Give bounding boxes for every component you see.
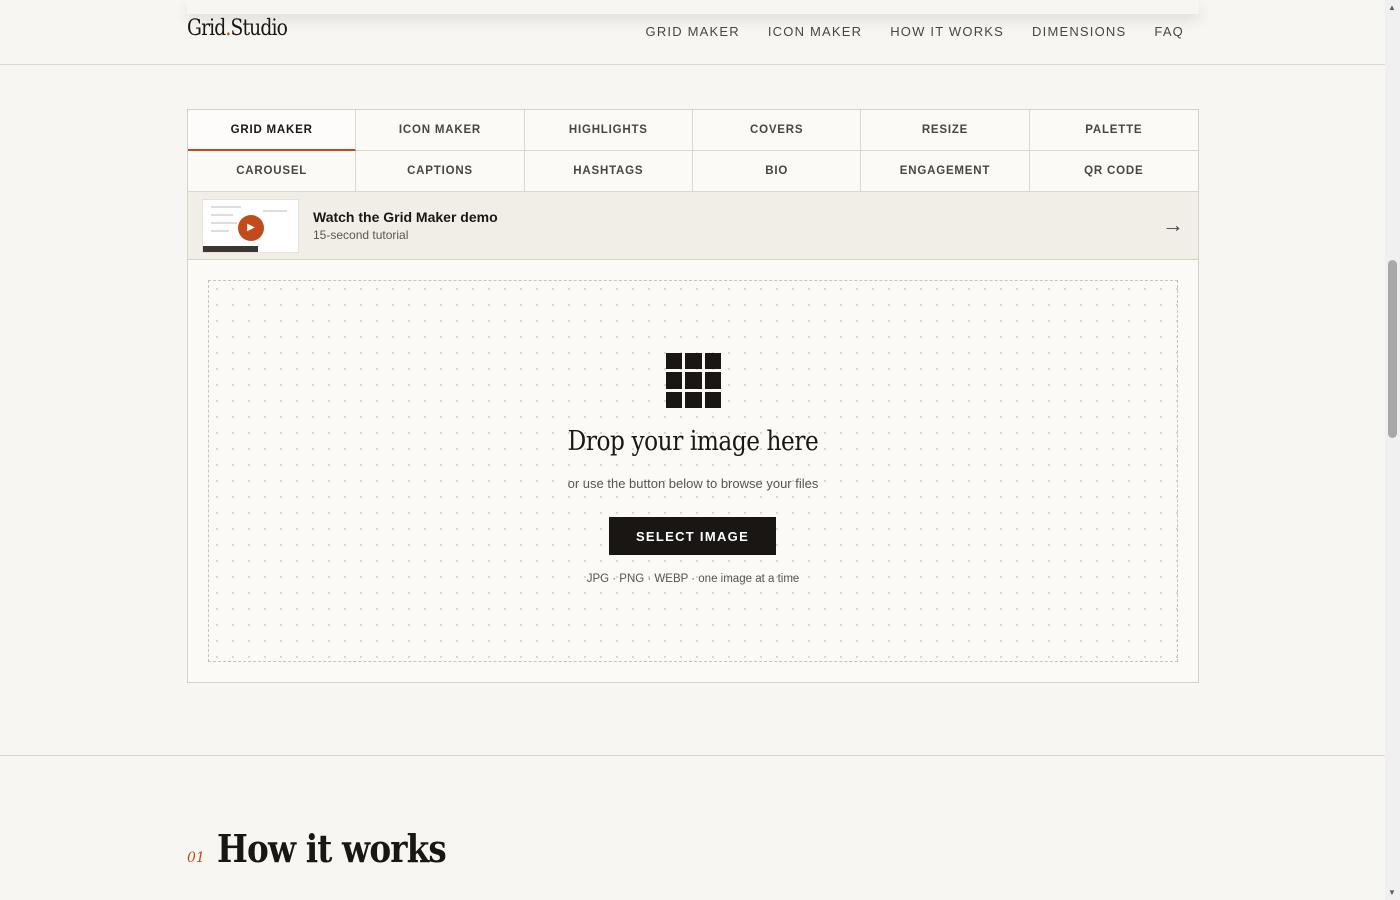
- scrollbar-thumb[interactable]: [1388, 260, 1397, 438]
- dropzone-title: Drop your image here: [567, 426, 819, 457]
- nav-link-icon-maker[interactable]: ICON MAKER: [768, 24, 862, 39]
- grid-icon: [666, 353, 721, 408]
- nav-link-dimensions[interactable]: DIMENSIONS: [1032, 24, 1126, 39]
- tab-grid-maker[interactable]: GRID MAKER: [188, 110, 357, 151]
- tab-bio[interactable]: BIO: [692, 151, 862, 192]
- tool-tabs: GRID MAKER ICON MAKER HIGHLIGHTS COVERS …: [188, 110, 1198, 192]
- thumb-footer-bar: [203, 245, 258, 252]
- scroll-down-icon[interactable]: ▼: [1388, 888, 1396, 897]
- nav-link-faq[interactable]: FAQ: [1154, 24, 1184, 39]
- thumb-line: [211, 229, 229, 232]
- tab-highlights[interactable]: HIGHLIGHTS: [524, 110, 693, 151]
- select-image-button[interactable]: SELECT IMAGE: [609, 517, 776, 555]
- tab-captions[interactable]: CAPTIONS: [356, 151, 525, 192]
- tab-icon-maker[interactable]: ICON MAKER: [356, 110, 525, 151]
- tab-hashtags[interactable]: HASHTAGS: [524, 151, 693, 192]
- thumb-line: [211, 221, 237, 224]
- demo-title: Watch the Grid Maker demo: [313, 209, 498, 225]
- logo-main: Grid: [187, 16, 226, 41]
- tab-resize[interactable]: RESIZE: [861, 110, 1030, 151]
- tab-carousel[interactable]: CAROUSEL: [188, 151, 357, 192]
- navbar-shadow: [187, 0, 1199, 14]
- thumb-line: [211, 205, 241, 208]
- demo-thumbnail[interactable]: ▶: [202, 198, 299, 253]
- image-dropzone[interactable]: Drop your image here or use the button b…: [208, 280, 1178, 662]
- nav-link-how-it-works[interactable]: HOW IT WORKS: [890, 24, 1004, 39]
- accepted-formats: JPG · PNG · WEBP · one image at a time: [586, 573, 800, 585]
- thumb-line: [211, 213, 233, 216]
- play-icon[interactable]: ▶: [238, 214, 264, 241]
- section-divider: [0, 755, 1385, 756]
- dropzone-subtitle: or use the button below to browse your f…: [567, 476, 819, 491]
- tool-panel: GRID MAKER ICON MAKER HIGHLIGHTS COVERS …: [187, 109, 1199, 683]
- section-title: How it works: [217, 826, 447, 871]
- tab-qr-code[interactable]: QR CODE: [1029, 151, 1198, 192]
- demo-subtitle: 15-second tutorial: [313, 228, 409, 242]
- tab-engagement[interactable]: ENGAGEMENT: [861, 151, 1030, 192]
- demo-text: Watch the Grid Maker demo 15-second tuto…: [313, 209, 498, 242]
- site-logo[interactable]: Grid.Studio: [187, 16, 288, 41]
- page-scrollbar[interactable]: ▲ ▼: [1385, 0, 1400, 900]
- scroll-up-icon[interactable]: ▲: [1388, 3, 1396, 12]
- thumb-line: [263, 209, 287, 212]
- logo-tail: Studio: [230, 16, 288, 41]
- nav-link-grid-maker[interactable]: GRID MAKER: [646, 24, 740, 39]
- top-navbar: Grid.Studio GRID MAKER ICON MAKER HOW IT…: [0, 0, 1385, 65]
- main-nav: GRID MAKER ICON MAKER HOW IT WORKS DIMEN…: [646, 24, 1184, 39]
- tab-covers[interactable]: COVERS: [692, 110, 862, 151]
- section-number: 01: [187, 850, 205, 866]
- arrow-right-icon[interactable]: →: [1162, 212, 1184, 238]
- tab-palette[interactable]: PALETTE: [1029, 110, 1198, 151]
- demo-video-banner[interactable]: ▶ Watch the Grid Maker demo 15-second tu…: [188, 192, 1198, 260]
